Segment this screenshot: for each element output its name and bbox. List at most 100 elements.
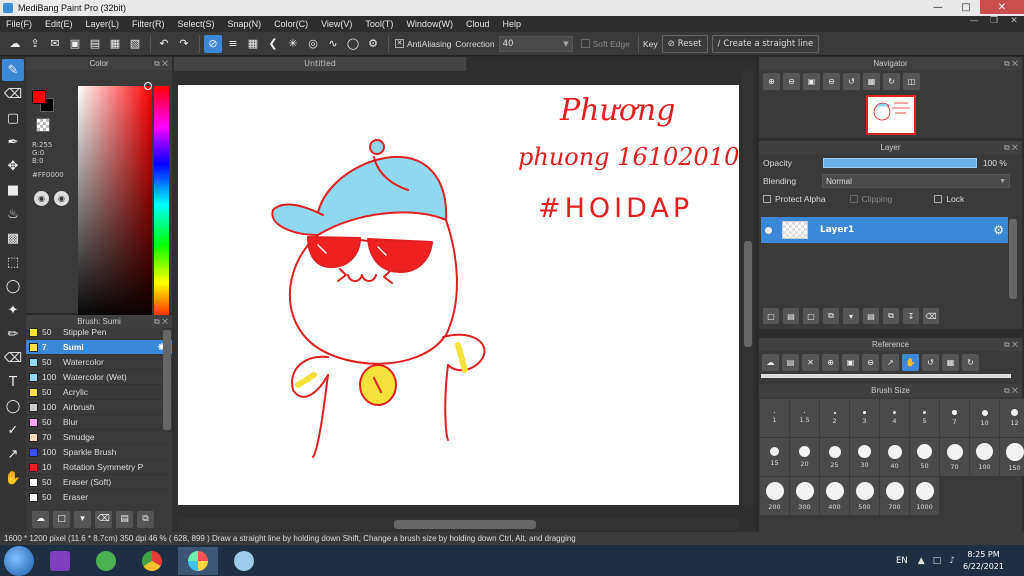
brush-size-option[interactable]: 7 [940,399,969,437]
fit-icon[interactable]: ▣ [803,72,820,90]
brush-size-option[interactable]: 20 [790,438,819,476]
shape-tool-icon[interactable]: ■ [2,179,24,201]
brush-size-option[interactable]: 300 [790,477,819,515]
saturation-value-picker[interactable] [78,86,152,323]
reference-scrollbar[interactable] [761,374,1011,378]
clipping-checkbox[interactable] [849,195,858,203]
open-folder-icon[interactable]: ▤ [782,353,799,371]
brush-size-option[interactable]: 100 [970,438,999,476]
brush-item[interactable]: 50 Eraser [26,490,172,504]
rotate-left-icon[interactable]: ↺ [843,72,860,90]
brush-copy-icon[interactable]: ⧉ [137,510,154,528]
maximize-icon[interactable]: □ [952,0,980,14]
brush-item[interactable]: 70 Smudge [26,430,172,445]
select-eraser-icon[interactable]: ⌫ [2,347,24,369]
snap-vanishing-icon[interactable]: ❮ [264,35,282,53]
brush-size-option[interactable]: 40 [880,438,909,476]
add-layer-menu-icon[interactable]: ▾ [843,308,859,324]
snap-parallel-icon[interactable]: ≡ [224,35,242,53]
panel-float-icon[interactable]: ⧉ ✕ [1004,141,1018,154]
brush-item[interactable]: 100 Watercolor (Wet) [26,370,172,385]
select-pen-icon[interactable]: ✏ [2,323,24,345]
undo-icon[interactable]: ↶ [155,35,173,53]
document-tab[interactable]: Untitled [174,57,466,71]
layer-row[interactable]: Layer1 ⚙ [761,217,1008,243]
zoom-in-icon[interactable]: ⊕ [822,353,839,371]
menu-view[interactable]: View(V) [321,19,352,29]
merge-layer-icon[interactable]: ↧ [903,308,919,324]
save-icon[interactable]: ▣ [66,35,84,53]
clock[interactable]: 8:25 PM 6/22/2021 [963,549,1004,573]
gradient-tool-icon[interactable]: ▩ [2,227,24,249]
zoom-out-icon[interactable]: ⊖ [783,72,800,90]
snap-ellipse-icon[interactable]: ◯ [344,35,362,53]
fill-tool-icon[interactable]: ♨ [2,203,24,225]
brush-size-option[interactable]: 4 [880,399,909,437]
brush-size-option[interactable]: 10 [970,399,999,437]
horizontal-scroll-thumb[interactable] [394,520,536,529]
menu-cloud[interactable]: Cloud [466,19,490,29]
reset-rotation-icon[interactable]: ▦ [942,353,959,371]
rotate-right-icon[interactable]: ↻ [962,353,979,371]
taskbar-app-medibang[interactable] [178,546,218,575]
brush-add-menu-icon[interactable]: ▾ [74,510,91,528]
lasso-tool-icon[interactable]: ◯ [2,275,24,297]
language-indicator[interactable]: EN [896,556,908,566]
menu-tool[interactable]: Tool(T) [365,19,393,29]
brush-item[interactable]: 50 Acrylic [26,385,172,400]
doc-restore-icon[interactable]: ❐ [984,16,1004,32]
brush-size-option[interactable]: 1.5 [790,399,819,437]
brush-size-option[interactable]: 200 [760,477,789,515]
rotate-left-icon[interactable]: ↺ [922,353,939,371]
text-tool-icon[interactable]: T [2,371,24,393]
panel-float-icon[interactable]: ⧉ ✕ [154,315,168,328]
brush-item[interactable]: 50 Eraser (Soft) [26,475,172,490]
transparent-color-swatch[interactable] [36,118,50,132]
panel-float-icon[interactable]: ⧉ ✕ [1004,57,1018,70]
hand-icon[interactable]: ✋ [902,353,919,371]
select-tool-icon[interactable]: ⬚ [2,251,24,273]
panel-float-icon[interactable]: ⧉ ✕ [1004,338,1018,351]
cloud-icon[interactable]: ☁ [6,35,24,53]
drawing-canvas[interactable]: Phương phuong 16102010 #HOIDAP [178,85,739,505]
menu-select[interactable]: Select(S) [178,19,215,29]
share-icon[interactable]: ⇪ [26,35,44,53]
taskbar-app-visual-studio[interactable] [40,547,80,575]
minimize-icon[interactable]: — [924,0,952,14]
opacity-slider[interactable] [822,158,977,168]
visibility-icon[interactable] [765,226,772,234]
page-icon[interactable]: ▤ [86,35,104,53]
lock-checkbox[interactable] [934,195,943,203]
brush-item[interactable]: 100 Sparkle Brush [26,445,172,460]
brush-size-option[interactable]: 400 [820,477,849,515]
panel-float-icon[interactable]: ⧉ ✕ [1004,384,1018,397]
antialiasing-checkbox[interactable]: ✕ [395,39,404,48]
delete-brush-icon[interactable]: ⌫ [95,510,112,528]
snap-curve-icon[interactable]: ∿ [324,35,342,53]
brush-size-option[interactable]: 1 [760,399,789,437]
zoom-out-icon[interactable]: ⊖ [862,353,879,371]
brush-size-option[interactable]: 5 [910,399,939,437]
doc-minimize-icon[interactable]: — [964,16,984,32]
brush-folder-icon[interactable]: ▤ [116,510,133,528]
panel-float-icon[interactable]: ⧉ ✕ [154,57,168,70]
menu-layer[interactable]: Layer(L) [86,19,120,29]
reset-button[interactable]: ⊘ Reset [661,34,708,53]
brush-item[interactable]: 50 Watercolor [26,355,172,370]
color-history-icon[interactable]: ◉ [54,191,69,206]
flip-icon[interactable]: ◫ [903,72,920,90]
menu-window[interactable]: Window(W) [406,19,453,29]
brush-size-option[interactable]: 2 [820,399,849,437]
delete-layer-icon[interactable]: ⌫ [923,308,939,324]
new-8bit-layer-icon[interactable]: ▤ [783,308,799,324]
gear-icon[interactable]: ⚙ [993,223,1004,237]
new-color-layer-icon[interactable]: □ [763,308,779,324]
brush-size-option[interactable]: 500 [850,477,879,515]
layer-folder-icon[interactable]: ▤ [863,308,879,324]
menu-snap[interactable]: Snap(N) [228,19,262,29]
move-tool-icon[interactable]: ✥ [2,155,24,177]
blending-select[interactable]: Normal ▼ [822,174,1011,188]
brush-item[interactable]: 10 Rotation Symmetry P [26,460,172,475]
new-brush-icon[interactable]: □ [53,510,70,528]
close-icon[interactable]: ✕ [980,0,1024,14]
